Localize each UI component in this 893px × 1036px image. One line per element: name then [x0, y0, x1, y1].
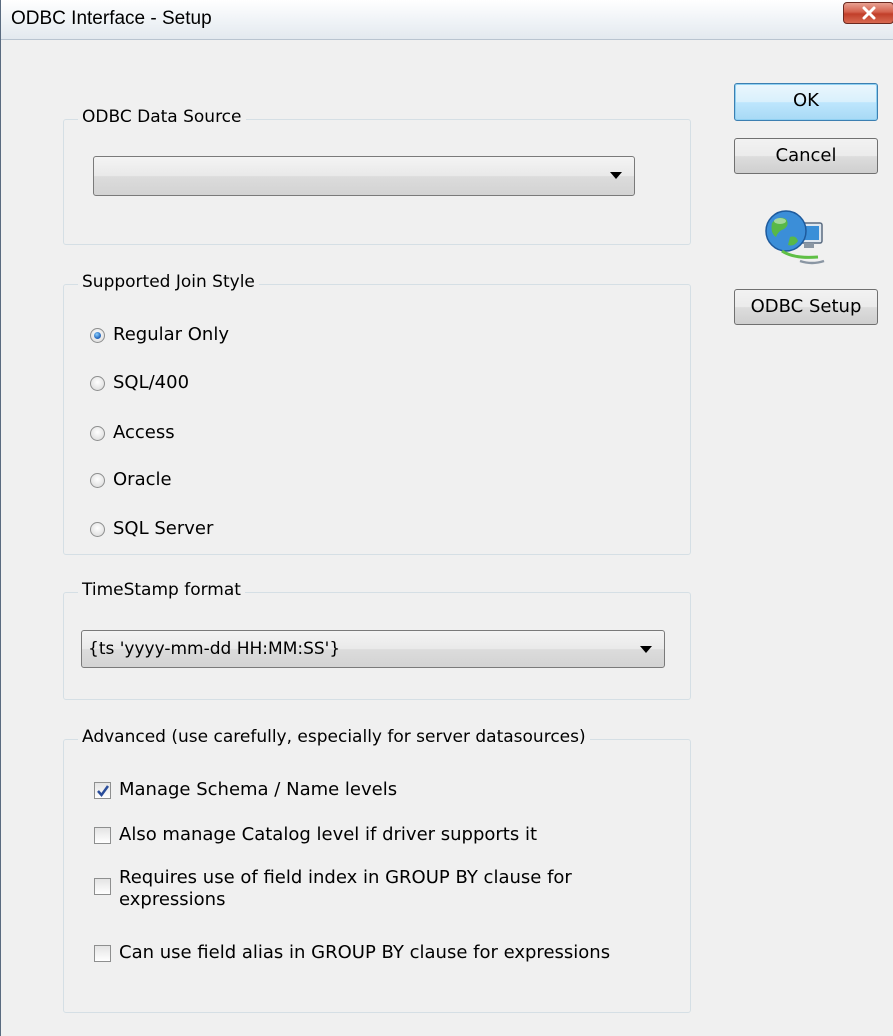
radio-access[interactable]: Access [90, 422, 175, 443]
checkbox-field-index[interactable]: Requires use of field index in GROUP BY … [94, 867, 572, 911]
checkbox-manage-schema[interactable]: Manage Schema / Name levels [94, 779, 398, 800]
timestamp-select[interactable]: {ts 'yyyy-mm-dd HH:MM:SS'} [81, 630, 665, 668]
checkbox[interactable] [94, 878, 111, 895]
data-source-group: ODBC Data Source [63, 107, 691, 245]
data-source-legend: ODBC Data Source [78, 107, 246, 127]
radio-sql400[interactable]: SQL/400 [90, 372, 190, 393]
join-style-group: Supported Join Style Regular Only SQL/40… [63, 272, 691, 555]
advanced-group: Advanced (use carefully, especially for … [63, 727, 691, 1013]
checkbox-label: Can use field alias in GROUP BY clause f… [119, 942, 611, 963]
radio-button[interactable] [90, 376, 105, 391]
checkbox-label-line1: Requires use of field index in GROUP BY … [119, 867, 572, 888]
close-button[interactable] [843, 2, 893, 24]
title-bar[interactable]: ODBC Interface - Setup [1, 0, 893, 40]
radio-button[interactable] [90, 426, 105, 441]
timestamp-group: TimeStamp format {ts 'yyyy-mm-dd HH:MM:S… [63, 580, 691, 700]
radio-button[interactable] [90, 328, 105, 343]
radio-button[interactable] [90, 473, 105, 488]
close-icon [862, 6, 875, 20]
checkbox-label: Also manage Catalog level if driver supp… [119, 824, 538, 845]
advanced-legend: Advanced (use carefully, especially for … [78, 727, 590, 747]
checkbox-label: Requires use of field index in GROUP BY … [119, 867, 572, 911]
radio-label: Oracle [113, 469, 172, 490]
radio-label: SQL Server [113, 518, 214, 539]
checkbox-label: Manage Schema / Name levels [119, 779, 398, 800]
ok-button[interactable]: OK [734, 83, 878, 121]
timestamp-value: {ts 'yyyy-mm-dd HH:MM:SS'} [88, 639, 341, 659]
window-title: ODBC Interface - Setup [11, 8, 212, 29]
cancel-button[interactable]: Cancel [734, 138, 878, 174]
radio-button[interactable] [90, 522, 105, 537]
timestamp-legend: TimeStamp format [78, 580, 245, 600]
network-globe-icon [765, 210, 825, 265]
dialog-window: ODBC Interface - Setup ODBC Data Source … [0, 0, 893, 1036]
radio-label: Access [113, 422, 175, 443]
checkmark-icon [97, 785, 110, 798]
chevron-down-icon [610, 172, 622, 179]
checkbox[interactable] [94, 945, 111, 962]
radio-sql-server[interactable]: SQL Server [90, 518, 214, 539]
join-style-legend: Supported Join Style [78, 272, 259, 292]
checkbox[interactable] [94, 827, 111, 844]
radio-oracle[interactable]: Oracle [90, 469, 172, 490]
checkbox-field-alias[interactable]: Can use field alias in GROUP BY clause f… [94, 942, 611, 963]
data-source-select[interactable] [93, 156, 635, 196]
radio-regular-only[interactable]: Regular Only [90, 324, 229, 345]
checkbox[interactable] [94, 782, 111, 799]
odbc-setup-button[interactable]: ODBC Setup [734, 289, 878, 325]
chevron-down-icon [640, 646, 652, 653]
radio-label: SQL/400 [113, 372, 190, 393]
checkbox-manage-catalog[interactable]: Also manage Catalog level if driver supp… [94, 824, 538, 845]
checkbox-label-line2: expressions [119, 889, 226, 910]
radio-label: Regular Only [113, 324, 229, 345]
